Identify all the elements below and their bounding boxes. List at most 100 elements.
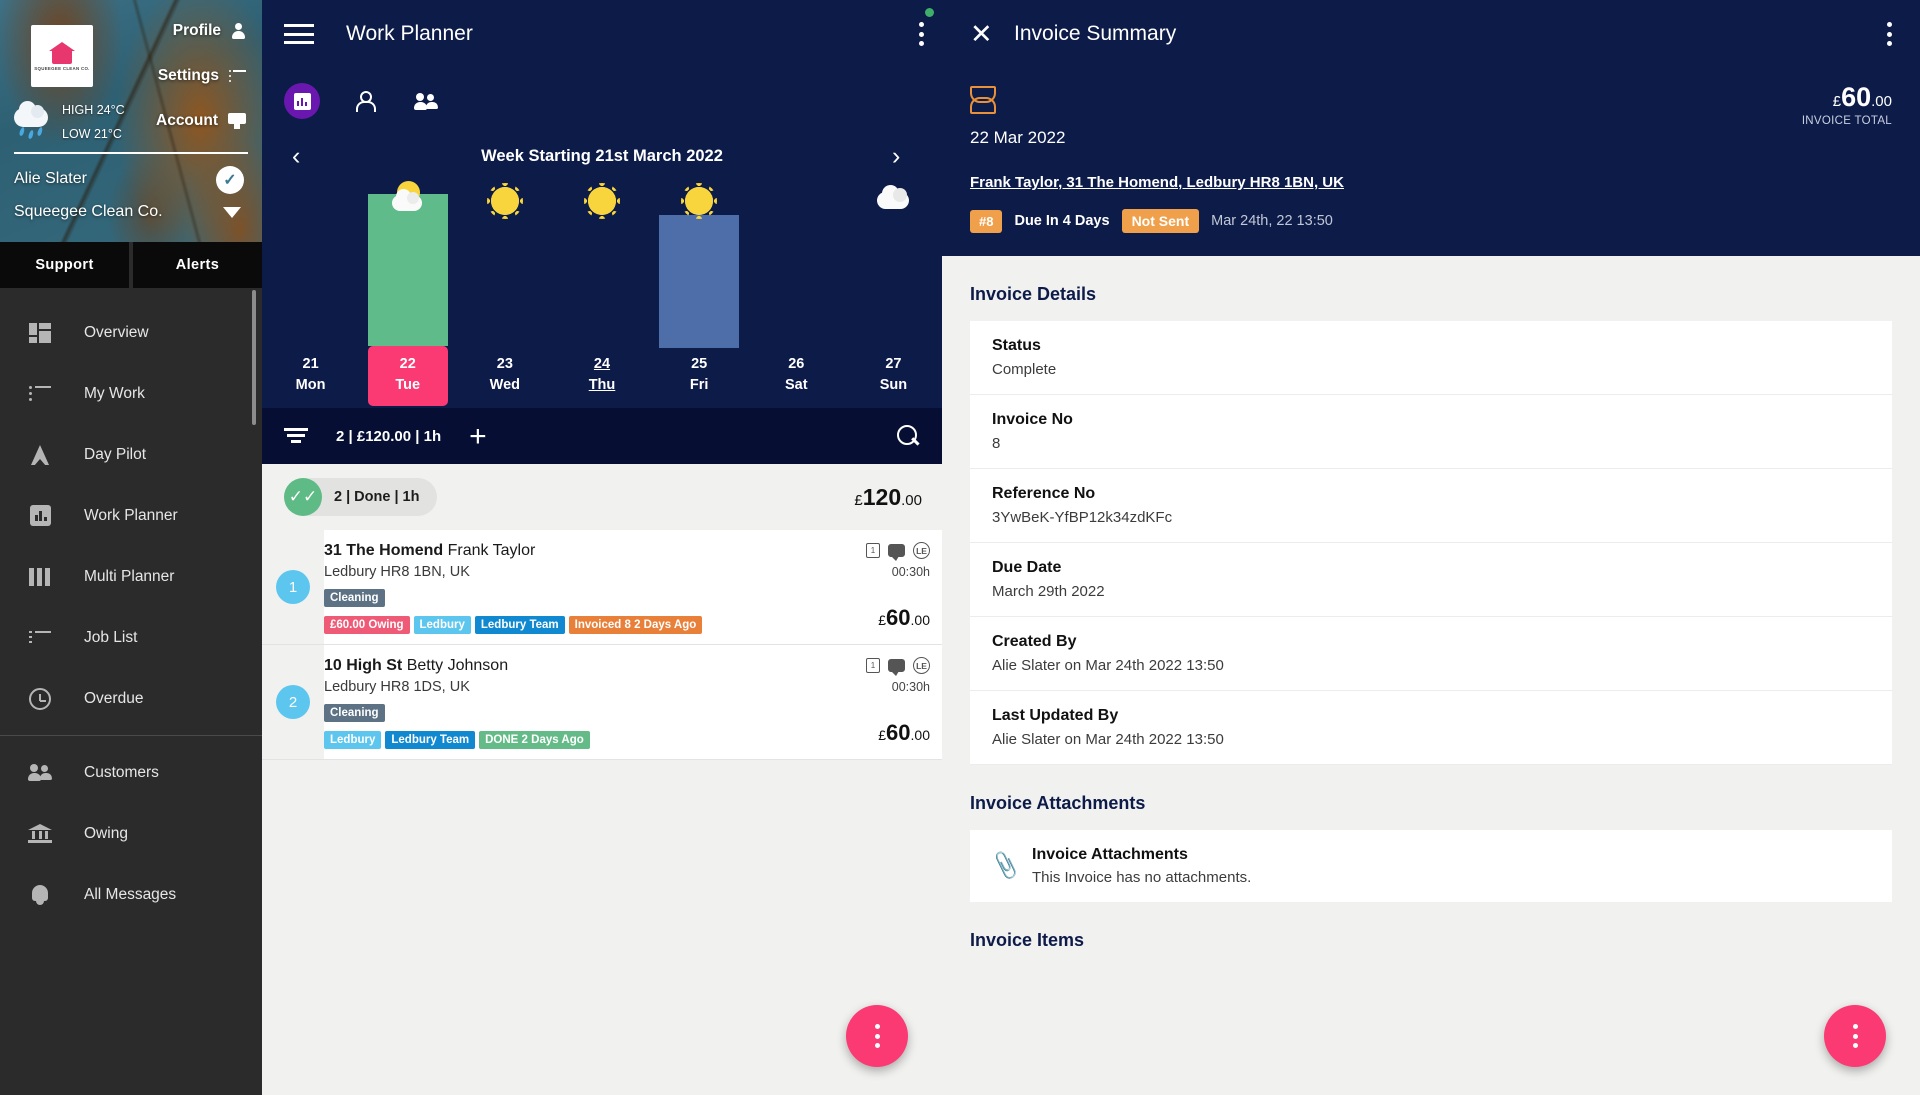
sidebar-item-job-list[interactable]: Job List bbox=[0, 607, 262, 668]
sidebar-item-customers[interactable]: Customers bbox=[0, 742, 262, 803]
job-group-header: ✓✓ 2 | Done | 1h £120.00 bbox=[262, 464, 942, 530]
tag: DONE 2 Days Ago bbox=[479, 731, 590, 749]
table-row[interactable]: 1 31 The Homend Frank Taylor Ledbury HR8… bbox=[262, 530, 942, 645]
more-options-icon bbox=[874, 1024, 880, 1048]
message-icon[interactable] bbox=[888, 659, 905, 676]
menu-icon[interactable] bbox=[284, 24, 314, 44]
message-icon[interactable] bbox=[888, 544, 905, 561]
profile-label: Profile bbox=[172, 22, 221, 39]
clock-icon bbox=[24, 687, 56, 710]
day-column[interactable]: 23 Wed bbox=[456, 178, 553, 406]
settings-link[interactable]: Settings bbox=[156, 67, 246, 85]
add-job-button[interactable]: + bbox=[469, 421, 487, 451]
tab-person-view[interactable] bbox=[346, 83, 382, 119]
tag: Ledbury bbox=[413, 616, 471, 634]
day-column[interactable]: 26 Sat bbox=[748, 178, 845, 406]
sidebar-scrollbar[interactable] bbox=[252, 290, 256, 425]
bank-icon bbox=[24, 824, 56, 843]
detail-key: Status bbox=[992, 337, 1041, 354]
weather-temps: HIGH 24°C LOW 21°C bbox=[62, 98, 125, 147]
sidebar-item-multi-planner[interactable]: Multi Planner bbox=[0, 546, 262, 607]
job-toolbar: 2 | £120.00 | 1h + bbox=[262, 408, 942, 464]
profile-link[interactable]: Profile bbox=[156, 22, 246, 40]
avatar: LE bbox=[913, 657, 930, 674]
day-label: 26 Sat bbox=[748, 348, 845, 406]
invoice-details-card: Status Complete Invoice No 8 Reference N… bbox=[970, 321, 1892, 765]
detail-row: Status Complete bbox=[970, 321, 1892, 395]
day-column[interactable]: 22 Tue bbox=[359, 178, 456, 406]
amount: 60 bbox=[1841, 82, 1872, 112]
verified-badge-icon: ✓ bbox=[216, 166, 244, 194]
detail-key: Reference No bbox=[992, 485, 1096, 502]
invoice-due-text: Due In 4 Days bbox=[1014, 213, 1110, 229]
sidebar-item-day-pilot[interactable]: Day Pilot bbox=[0, 424, 262, 485]
day-column-today[interactable]: 24 Thu bbox=[553, 178, 650, 406]
account-link[interactable]: Account bbox=[156, 112, 246, 130]
day-column[interactable]: 27 Sun bbox=[845, 178, 942, 406]
alerts-button[interactable]: Alerts bbox=[133, 242, 262, 288]
tag-category: Cleaning bbox=[324, 704, 385, 722]
panel-title: Invoice Summary bbox=[1014, 22, 1177, 45]
invoice-number-badge: #8 bbox=[970, 209, 1003, 233]
currency-symbol: £ bbox=[878, 612, 887, 628]
next-week-button[interactable]: › bbox=[892, 143, 912, 169]
job-duration: 00:30h bbox=[891, 680, 930, 694]
sidebar-item-owing[interactable]: Owing bbox=[0, 803, 262, 864]
job-tag-row: £60.00 Owing Ledbury Ledbury Team Invoic… bbox=[324, 616, 858, 634]
detail-row: Last Updated By Alie Slater on Mar 24th … bbox=[970, 691, 1892, 765]
job-location: Ledbury HR8 1DS, UK bbox=[324, 679, 470, 695]
day-name: Fri bbox=[689, 376, 709, 393]
people-icon bbox=[414, 92, 438, 110]
sidebar-item-work-planner[interactable]: Work Planner bbox=[0, 485, 262, 546]
sidebar-item-overdue[interactable]: Overdue bbox=[0, 668, 262, 729]
invoice-body: Invoice Details Status Complete Invoice … bbox=[942, 256, 1920, 1095]
day-label: 23 Wed bbox=[456, 348, 553, 406]
invoice-timestamp: Mar 24th, 22 13:50 bbox=[1211, 213, 1333, 229]
people-icon bbox=[24, 764, 56, 781]
note-icon[interactable]: 1 bbox=[866, 543, 880, 558]
tab-chart-view[interactable] bbox=[284, 83, 320, 119]
sidebar-item-my-work[interactable]: My Work bbox=[0, 363, 262, 424]
weather-cloudy-icon bbox=[876, 184, 910, 218]
chevron-down-icon[interactable] bbox=[223, 207, 241, 218]
currency-symbol: £ bbox=[878, 727, 887, 743]
day-bar[interactable] bbox=[659, 214, 740, 348]
search-icon[interactable] bbox=[897, 424, 920, 448]
day-column[interactable]: 21 Mon bbox=[262, 178, 359, 406]
weather-low: LOW 21°C bbox=[62, 127, 122, 142]
sidebar-item-label: Job List bbox=[84, 628, 138, 646]
invoice-details-title: Invoice Details bbox=[970, 284, 1097, 304]
invoice-action-fab[interactable] bbox=[1824, 1005, 1886, 1067]
detail-key: Last Updated By bbox=[992, 707, 1119, 724]
previous-week-button[interactable]: ‹ bbox=[292, 143, 312, 169]
sidebar-item-all-messages[interactable]: All Messages bbox=[0, 864, 262, 925]
page-title: Work Planner bbox=[346, 22, 473, 45]
group-total: £120.00 bbox=[854, 484, 922, 511]
week-chart: ‹ Week Starting 21st March 2022 › 21 Mon bbox=[262, 134, 942, 408]
settings-label: Settings bbox=[157, 67, 219, 84]
support-button[interactable]: Support bbox=[0, 242, 129, 288]
tab-team-view[interactable] bbox=[408, 83, 444, 119]
add-action-fab[interactable] bbox=[846, 1005, 908, 1067]
filter-icon[interactable] bbox=[284, 428, 308, 444]
detail-value: Alie Slater on Mar 24th 2022 13:50 bbox=[992, 657, 1224, 674]
note-icon[interactable]: 1 bbox=[866, 658, 880, 673]
more-options-icon[interactable] bbox=[1887, 22, 1892, 46]
day-column[interactable]: 25 Fri bbox=[651, 178, 748, 406]
invoice-customer-address[interactable]: Frank Taylor, 31 The Homend, Ledbury HR8… bbox=[970, 174, 1892, 191]
invoice-total-label: INVOICE TOTAL bbox=[1801, 115, 1892, 127]
bar-chart-icon bbox=[293, 92, 311, 110]
account-label: Account bbox=[156, 112, 218, 129]
group-status-pill[interactable]: ✓✓ 2 | Done | 1h bbox=[284, 478, 438, 516]
sidebar-nav: Overview My Work Day Pilot Work Planner … bbox=[0, 288, 262, 925]
close-icon[interactable]: ✕ bbox=[970, 20, 996, 48]
more-options-icon[interactable] bbox=[919, 22, 924, 46]
sidebar-hero: SQUEEGEE CLEAN CO. Profile Settings Acco… bbox=[0, 0, 262, 242]
job-details: 31 The Homend Frank Taylor Ledbury HR8 1… bbox=[324, 530, 858, 644]
job-customer: Betty Johnson bbox=[406, 657, 509, 674]
table-row[interactable]: 2 10 High St Betty Johnson Ledbury HR8 1… bbox=[262, 645, 942, 760]
tag-category: Cleaning bbox=[324, 589, 385, 607]
sidebar-item-overview[interactable]: Overview bbox=[0, 302, 262, 363]
job-location: Ledbury HR8 1BN, UK bbox=[324, 564, 470, 580]
attachment-card: 📎 Invoice Attachments This Invoice has n… bbox=[970, 830, 1892, 902]
